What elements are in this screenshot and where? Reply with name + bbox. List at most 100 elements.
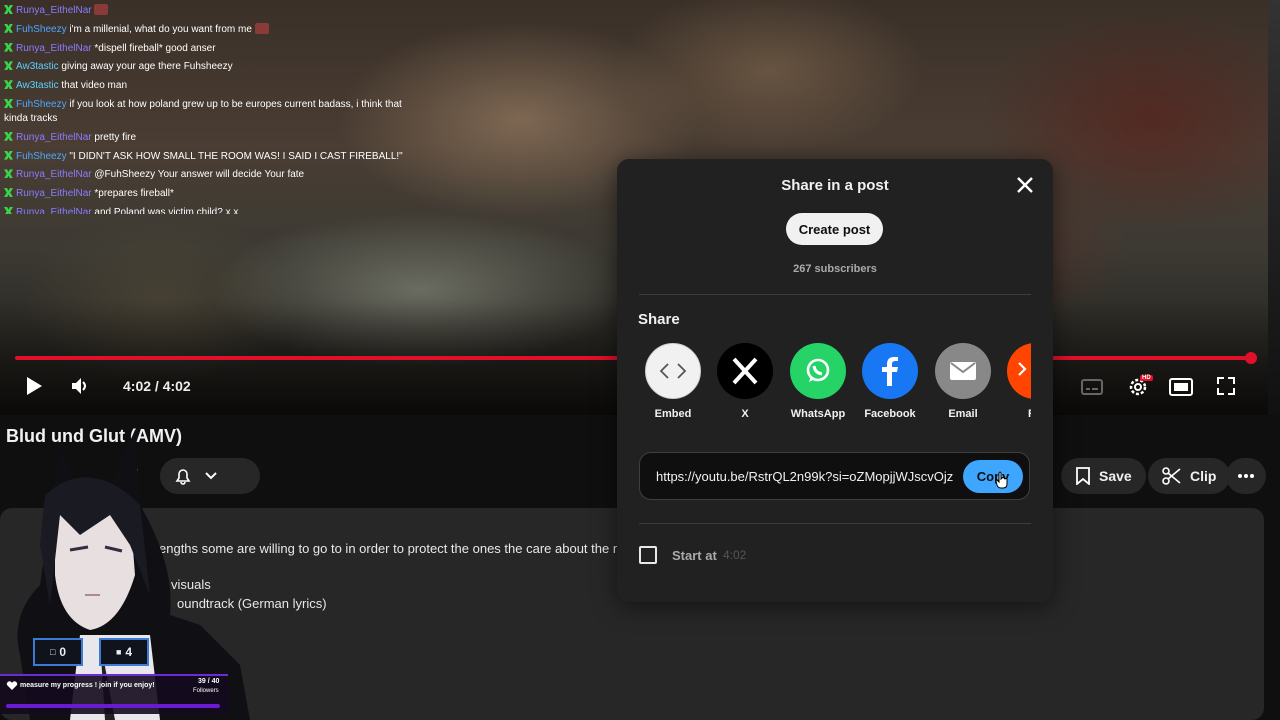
likes-count: 0 — [59, 645, 67, 659]
start-at-checkbox[interactable] — [639, 546, 657, 564]
chat-text: *dispell fireball* good anser — [94, 42, 216, 54]
chat-message: Runya_EithelNar — [4, 4, 404, 18]
close-button[interactable] — [1013, 173, 1037, 197]
create-post-button[interactable]: Create post — [786, 213, 883, 245]
chat-username[interactable]: FuhSheezy — [16, 151, 67, 162]
share-link[interactable]: https://youtu.be/RstrQL2n99k?si=oZMopjjW… — [656, 469, 956, 484]
chat-message: Aw3tastic giving away your age there Fuh… — [4, 60, 404, 74]
chat-message: Runya_EithelNar *dispell fireball* good … — [4, 42, 404, 56]
chat-text: and Poland was victim child? x x — [94, 206, 239, 214]
share-x[interactable]: X — [715, 343, 775, 420]
chat-text: i'm a millenial, what do you want from m… — [69, 23, 252, 35]
chat-username[interactable]: Aw3tastic — [16, 61, 59, 72]
bookmarks-count: 4 — [125, 645, 133, 659]
follower-goal-label: Followers — [193, 688, 219, 694]
chat-text: "I DIDN'T ASK HOW SMALL THE ROOM WAS! I … — [69, 150, 403, 162]
likes-counter: □ 0 — [33, 638, 83, 666]
share-targets: Embed X WhatsApp Facebook Email — [643, 343, 1031, 427]
hand-cursor-icon — [995, 471, 1008, 489]
theater-button[interactable] — [1168, 375, 1194, 399]
share-whatsapp[interactable]: WhatsApp — [788, 343, 848, 420]
share-next-button[interactable] — [1010, 357, 1034, 381]
clip-label: Clip — [1190, 468, 1217, 484]
share-label-whatsapp: WhatsApp — [790, 408, 846, 420]
volume-icon — [72, 378, 86, 394]
chat-badge-icon — [4, 206, 13, 214]
chat-message: Aw3tastic that video man — [4, 79, 404, 93]
chat-text: that video man — [61, 80, 128, 92]
start-at-label: Start at — [672, 548, 717, 563]
share-reddit[interactable]: Re — [1005, 343, 1031, 420]
chat-username[interactable]: Runya_EithelNar — [16, 132, 92, 143]
hd-badge: HD — [1140, 375, 1153, 381]
chat-username[interactable]: Runya_EithelNar — [16, 188, 92, 199]
start-at-time[interactable]: 4:02 — [723, 548, 746, 562]
heart-icon: □ — [49, 647, 56, 657]
follower-goal-bar — [0, 674, 228, 714]
embed-icon — [645, 343, 701, 399]
whatsapp-icon — [790, 343, 846, 399]
chat-username[interactable]: FuhSheezy — [16, 99, 67, 110]
youtube-page: Runya_EithelNar FuhSheezy i'm a millenia… — [0, 0, 1280, 720]
chat-badge-icon — [4, 131, 13, 141]
flag-icon: ■ — [115, 647, 122, 657]
share-embed[interactable]: Embed — [643, 343, 703, 420]
chat-message: Runya_EithelNar and Poland was victim ch… — [4, 206, 404, 214]
chat-username[interactable]: Runya_EithelNar — [16, 43, 92, 54]
stream-chat-overlay: Runya_EithelNar FuhSheezy i'm a millenia… — [4, 4, 404, 214]
bookmark-icon — [1076, 467, 1090, 485]
share-email[interactable]: Email — [933, 343, 993, 420]
chat-badge-icon — [4, 80, 13, 90]
divider — [639, 523, 1031, 524]
email-icon — [935, 343, 991, 399]
subtitles-button[interactable] — [1080, 376, 1104, 398]
progress-scrubber[interactable] — [1245, 352, 1257, 364]
share-dialog: Share in a post Create post 267 subscrib… — [617, 159, 1053, 602]
chat-username[interactable]: Runya_EithelNar — [16, 207, 92, 214]
chat-badge-icon — [4, 150, 13, 160]
chat-text: @FuhSheezy Your answer will decide Your … — [94, 169, 305, 181]
more-actions-button[interactable] — [1226, 458, 1266, 494]
chat-message: Runya_EithelNar *prepares fireball* — [4, 187, 404, 201]
share-section-label: Share — [638, 311, 680, 328]
subtitles-icon — [1081, 379, 1103, 395]
chat-username[interactable]: FuhSheezy — [16, 24, 67, 35]
share-label-x: X — [741, 408, 749, 420]
follower-goal-progress — [6, 704, 220, 708]
share-link-box[interactable]: https://youtu.be/RstrQL2n99k?si=oZMopjjW… — [639, 452, 1030, 500]
chat-badge-icon — [4, 61, 13, 71]
chat-badge-icon — [4, 169, 13, 179]
copy-button[interactable]: Copy — [963, 460, 1023, 493]
chat-message: Runya_EithelNar @FuhSheezy Your answer w… — [4, 168, 404, 182]
facebook-icon — [862, 343, 918, 399]
share-label-embed: Embed — [654, 408, 692, 420]
chat-badge-icon — [4, 23, 13, 33]
share-dialog-title: Share in a post — [781, 177, 889, 194]
chat-emote-icon — [254, 22, 269, 34]
volume-button[interactable] — [68, 374, 92, 398]
chat-username[interactable]: Aw3tastic — [16, 80, 59, 91]
chat-badge-icon — [4, 5, 13, 14]
chat-message: FuhSheezy if you look at how poland grew… — [4, 98, 404, 126]
settings-button[interactable]: HD — [1124, 374, 1153, 400]
follower-goal-count: 39 / 40 — [198, 678, 220, 685]
chat-username[interactable]: Runya_EithelNar — [16, 169, 92, 180]
play-icon — [27, 377, 42, 395]
close-icon — [1017, 177, 1033, 193]
divider — [639, 294, 1031, 295]
chat-username[interactable]: Runya_EithelNar — [16, 5, 92, 16]
fullscreen-button[interactable] — [1214, 374, 1238, 398]
play-button[interactable] — [22, 374, 46, 398]
chat-badge-icon — [4, 42, 13, 52]
bookmarks-counter: ■ 4 — [99, 638, 149, 666]
chat-text: giving away your age there Fuhsheezy — [61, 61, 233, 73]
chat-message: FuhSheezy i'm a millenial, what do you w… — [4, 22, 404, 37]
follower-goal-text: measure my progress ! join if you enjoy! — [20, 682, 155, 689]
share-label-facebook: Facebook — [864, 408, 916, 420]
save-button[interactable]: Save — [1061, 458, 1146, 494]
chat-text: *prepares fireball* — [94, 188, 174, 200]
clip-button[interactable]: Clip — [1148, 458, 1231, 494]
scissors-icon — [1162, 467, 1181, 485]
share-facebook[interactable]: Facebook — [860, 343, 920, 420]
save-label: Save — [1099, 468, 1132, 484]
